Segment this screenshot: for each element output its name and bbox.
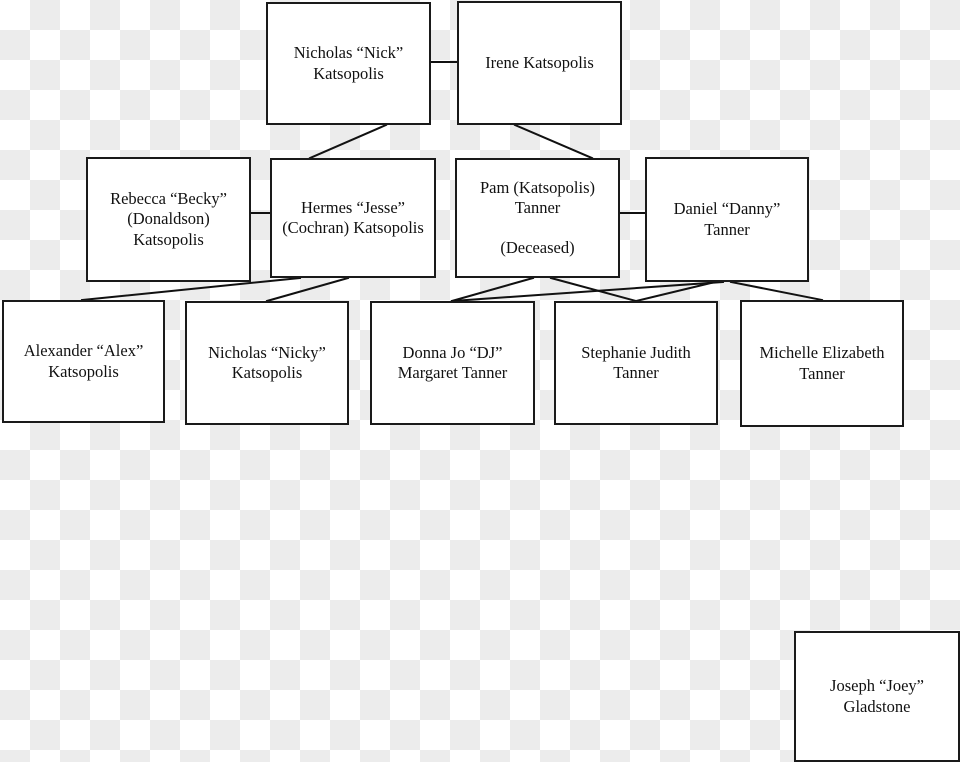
- person-name-stephanie: Stephanie Judith Tanner: [581, 342, 691, 382]
- person-box-irene[interactable]: Irene Katsopolis: [457, 1, 622, 125]
- person-name-joey: Joseph “Joey” Gladstone: [830, 676, 924, 716]
- person-name-nick: Nicholas “Nick” Katsopolis: [293, 43, 404, 83]
- family-tree-diagram: Nicholas “Nick” Katsopolis Irene Katsopol…: [0, 0, 960, 762]
- person-name-dj: Donna Jo “DJ” Margaret Tanner: [397, 342, 508, 382]
- person-name-hermes: Hermes “Jesse” (Cochran) Katsopolis: [282, 197, 424, 237]
- person-box-danny[interactable]: Daniel “Danny” Tanner: [645, 157, 809, 282]
- connector-danny-to-michelle: [729, 280, 824, 302]
- person-box-michelle[interactable]: Michelle Elizabeth Tanner: [740, 300, 904, 427]
- person-box-dj[interactable]: Donna Jo “DJ” Margaret Tanner: [370, 301, 535, 425]
- person-box-nicky[interactable]: Nicholas “Nicky” Katsopolis: [185, 301, 349, 425]
- person-name-danny: Daniel “Danny” Tanner: [673, 199, 781, 239]
- connector-hermes-to-nicky: [265, 276, 350, 303]
- person-name-michelle: Michelle Elizabeth Tanner: [759, 343, 885, 383]
- person-name-irene: Irene Katsopolis: [485, 52, 594, 72]
- connector-irene-to-pam: [513, 123, 594, 160]
- person-name-nicky: Nicholas “Nicky” Katsopolis: [208, 342, 326, 382]
- person-box-stephanie[interactable]: Stephanie Judith Tanner: [554, 301, 718, 425]
- connector-nick-to-hermes: [308, 123, 388, 160]
- person-box-pam[interactable]: Pam (Katsopolis) Tanner (Deceased): [455, 158, 620, 278]
- connector-danny-to-dj: [450, 280, 725, 303]
- person-box-rebecca[interactable]: Rebecca “Becky” (Donaldson) Katsopolis: [86, 157, 251, 282]
- person-box-hermes[interactable]: Hermes “Jesse” (Cochran) Katsopolis: [270, 158, 436, 278]
- person-name-alex: Alexander “Alex” Katsopolis: [23, 341, 144, 381]
- person-box-nick[interactable]: Nicholas “Nick” Katsopolis: [266, 2, 431, 125]
- person-name-pam: Pam (Katsopolis) Tanner (Deceased): [479, 177, 596, 258]
- person-name-rebecca: Rebecca “Becky” (Donaldson) Katsopolis: [110, 189, 227, 249]
- person-box-alex[interactable]: Alexander “Alex” Katsopolis: [2, 300, 165, 423]
- person-box-joey[interactable]: Joseph “Joey” Gladstone: [794, 631, 960, 762]
